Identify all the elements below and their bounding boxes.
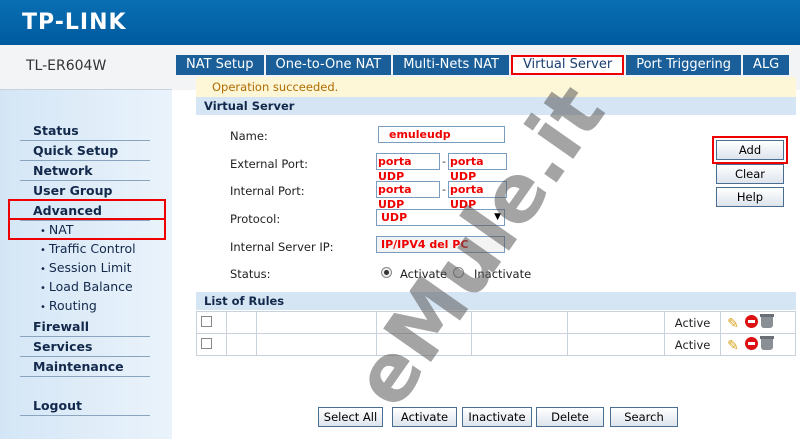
- chevron-down-icon: ▼: [494, 212, 501, 222]
- internal-port-separator: -: [442, 183, 446, 196]
- clear-button[interactable]: Clear: [716, 164, 784, 184]
- tab-virtual-server[interactable]: Virtual Server: [510, 55, 625, 75]
- sidebar-subitem-traffic-control[interactable]: • Traffic Control: [40, 241, 136, 256]
- sidebar-item-maintenance[interactable]: Maintenance: [20, 358, 150, 377]
- protocol-label: Protocol:: [230, 212, 281, 226]
- status-label: Status:: [230, 267, 271, 281]
- sidebar-subitem-routing[interactable]: • Routing: [40, 298, 97, 313]
- protocol-select[interactable]: UDP ▼: [376, 209, 505, 226]
- sidebar-item-services[interactable]: Services: [20, 338, 150, 357]
- tab-bar: NAT Setup One-to-One NAT Multi-Nets NAT …: [176, 55, 791, 75]
- tab-multi-nets-nat[interactable]: Multi-Nets NAT: [393, 55, 509, 75]
- server-ip-label: Internal Server IP:: [230, 240, 334, 254]
- internal-port-start-input[interactable]: porta UDP: [376, 181, 440, 211]
- tab-alg[interactable]: ALG: [743, 55, 790, 75]
- status-message: Operation succeeded.: [196, 77, 796, 97]
- inactivate-button[interactable]: Inactivate: [462, 407, 532, 427]
- delete-button[interactable]: Delete: [536, 407, 604, 427]
- sidebar-subitem-session-limit[interactable]: • Session Limit: [40, 260, 132, 275]
- activate-button[interactable]: Activate: [392, 407, 457, 427]
- sidebar-item-firewall[interactable]: Firewall: [20, 318, 150, 337]
- external-port-separator: -: [442, 155, 446, 168]
- sidebar-subitem-load-balance[interactable]: • Load Balance: [40, 279, 133, 294]
- row-checkbox[interactable]: [201, 337, 212, 349]
- trash-icon[interactable]: [760, 314, 775, 328]
- trash-icon[interactable]: [760, 336, 775, 350]
- model-bar: TL-ER604W: [0, 45, 172, 90]
- name-input[interactable]: emuleudp: [378, 126, 505, 143]
- select-all-button[interactable]: Select All: [318, 407, 383, 427]
- server-ip-input[interactable]: IP/IPV4 del PC: [376, 236, 505, 253]
- highlight-advanced: [8, 199, 166, 220]
- name-label: Name:: [230, 129, 268, 143]
- tab-port-triggering[interactable]: Port Triggering: [626, 55, 742, 75]
- edit-icon[interactable]: ✎: [727, 339, 741, 353]
- sidebar-item-status[interactable]: Status: [20, 122, 150, 141]
- add-button[interactable]: Add: [716, 140, 784, 160]
- row-status: Active: [664, 311, 722, 334]
- sidebar-item-network[interactable]: Network: [20, 162, 150, 181]
- internal-port-label: Internal Port:: [230, 184, 305, 198]
- sidebar-item-logout[interactable]: Logout: [20, 397, 150, 416]
- sidebar: Status Quick Setup Network User Group Ad…: [0, 90, 172, 439]
- status-activate-radio[interactable]: [381, 267, 392, 278]
- tab-nat-setup[interactable]: NAT Setup: [176, 55, 264, 75]
- section-title-rules: List of Rules: [196, 292, 796, 310]
- help-button[interactable]: Help: [716, 187, 784, 207]
- header-bar: TP-LINK: [0, 0, 800, 45]
- status-activate-label: Activate: [400, 267, 448, 281]
- disable-icon[interactable]: [744, 337, 758, 350]
- row-checkbox[interactable]: [201, 315, 212, 327]
- external-port-end-input[interactable]: porta UDP: [448, 153, 507, 183]
- external-port-start-input[interactable]: porta UDP: [376, 153, 440, 183]
- rules-table: Active ✎ Active ✎: [196, 311, 796, 356]
- section-title-virtual-server: Virtual Server: [196, 97, 796, 115]
- status-inactivate-radio[interactable]: [453, 267, 464, 278]
- tab-one-to-one-nat[interactable]: One-to-One NAT: [265, 55, 392, 75]
- status-inactivate-label: Inactivate: [474, 267, 532, 281]
- tp-link-logo: TP-LINK: [22, 10, 127, 35]
- edit-icon[interactable]: ✎: [727, 317, 741, 331]
- sidebar-item-quick-setup[interactable]: Quick Setup: [20, 142, 150, 161]
- table-row: Active ✎: [196, 333, 796, 356]
- highlight-nat: [8, 220, 166, 240]
- disable-icon[interactable]: [744, 315, 758, 328]
- internal-port-end-input[interactable]: porta UDP: [448, 181, 507, 211]
- search-button[interactable]: Search: [610, 407, 678, 427]
- table-row: Active ✎: [196, 311, 796, 334]
- row-status: Active: [664, 333, 722, 356]
- model-name: TL-ER604W: [26, 58, 107, 74]
- external-port-label: External Port:: [230, 157, 309, 171]
